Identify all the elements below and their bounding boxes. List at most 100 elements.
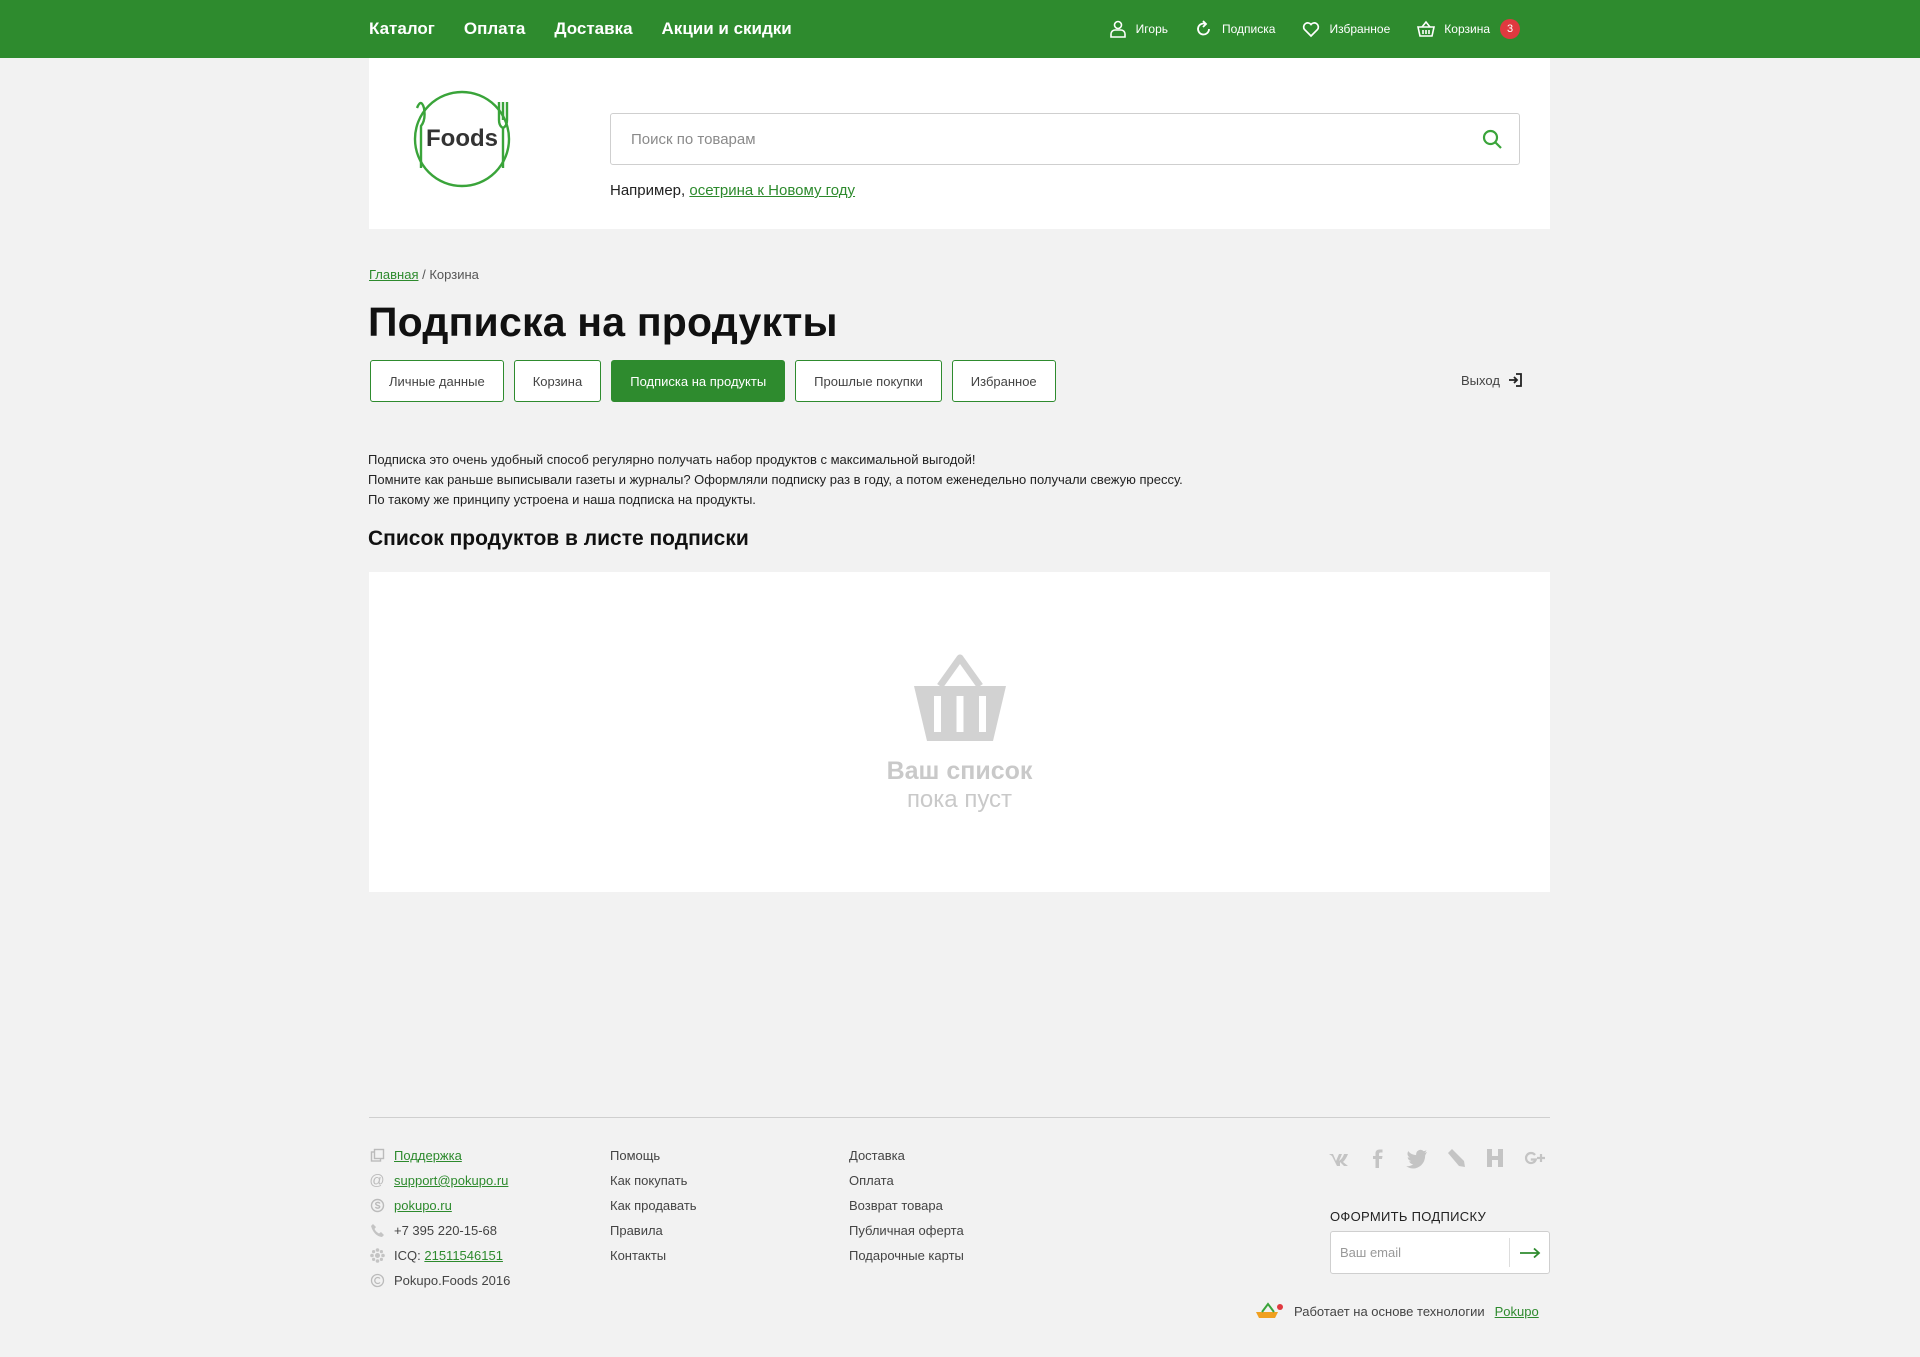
contact-support: Поддержка	[369, 1143, 510, 1168]
support-icon	[369, 1148, 385, 1164]
habr-icon[interactable]	[1484, 1147, 1506, 1169]
footer-link-payment[interactable]: Оплата	[849, 1173, 894, 1188]
subscription-link[interactable]: Подписка	[1194, 19, 1275, 39]
page-title: Подписка на продукты	[368, 299, 838, 345]
footer-service-links: Доставка Оплата Возврат товара Публичная…	[849, 1143, 964, 1268]
icq-icon	[369, 1248, 385, 1264]
skype-link[interactable]: pokupo.ru	[394, 1198, 452, 1213]
list-title: Список продуктов в листе подписки	[368, 527, 749, 550]
empty-basket-icon	[913, 654, 1006, 741]
email-link[interactable]: support@pokupo.ru	[394, 1173, 508, 1188]
top-bar: Каталог Оплата Доставка Акции и скидки И…	[0, 0, 1920, 58]
tab-personal-data[interactable]: Личные данные	[370, 360, 504, 402]
social-links	[1328, 1147, 1545, 1169]
copyright-text: Pokupo.Foods 2016	[394, 1273, 511, 1288]
account-tabs: Личные данные Корзина Подписка на продук…	[370, 360, 1056, 402]
breadcrumb-home[interactable]: Главная	[369, 267, 418, 282]
empty-line1: Ваш список	[886, 757, 1033, 785]
powered-by: Работает на основе технологии Pokupo	[1254, 1302, 1539, 1320]
contact-phone: +7 395 220-15-68	[369, 1218, 510, 1243]
contact-icq: ICQ: 21511546151	[369, 1243, 510, 1268]
twitter-icon[interactable]	[1406, 1147, 1428, 1169]
logo-text: Foods	[426, 125, 498, 152]
footer-help-links: Помощь Как покупать Как продавать Правил…	[610, 1143, 697, 1268]
breadcrumb-current: Корзина	[429, 267, 479, 282]
footer-link-contacts[interactable]: Контакты	[610, 1248, 666, 1263]
skype-icon	[369, 1198, 385, 1214]
arrow-right-icon	[1520, 1247, 1541, 1258]
subscription-list: Ваш список пока пуст	[369, 572, 1550, 892]
breadcrumb: Главная / Корзина	[369, 267, 479, 282]
support-link[interactable]: Поддержка	[394, 1148, 462, 1163]
newsletter-title: ОФОРМИТЬ ПОДПИСКУ	[1330, 1209, 1487, 1224]
refresh-icon	[1197, 20, 1210, 36]
tab-favorites[interactable]: Избранное	[951, 360, 1056, 402]
tab-past-purchases[interactable]: Прошлые покупки	[795, 360, 942, 402]
site-header: Foods Например, осетрина к Новому году	[369, 58, 1550, 229]
google-plus-icon[interactable]	[1523, 1147, 1545, 1169]
footer-divider	[369, 1117, 1550, 1118]
favorites-label: Избранное	[1329, 22, 1391, 36]
nav-payment[interactable]: Оплата	[464, 19, 526, 39]
footer-link-how-to-sell[interactable]: Как продавать	[610, 1198, 697, 1213]
icq-link[interactable]: 21511546151	[424, 1248, 503, 1263]
user-utilities: Игорь Подписка Избранное Корзина 3	[1108, 0, 1520, 58]
at-icon: @	[369, 1172, 385, 1189]
newsletter-email-input[interactable]	[1331, 1232, 1509, 1273]
tab-subscription[interactable]: Подписка на продукты	[611, 360, 786, 402]
basket-icon	[1417, 20, 1436, 37]
nav-delivery[interactable]: Доставка	[554, 19, 632, 39]
nav-promotions[interactable]: Акции и скидки	[662, 19, 792, 39]
empty-state: Ваш список пока пуст	[369, 652, 1550, 814]
favorites-link[interactable]: Избранное	[1301, 19, 1390, 39]
search-example: Например, осетрина к Новому году	[610, 182, 855, 199]
search-box	[610, 113, 1520, 165]
subscription-description: Подписка это очень удобный способ регуля…	[368, 450, 1183, 510]
search-icon[interactable]	[1481, 128, 1503, 150]
footer-contacts: Поддержка @ support@pokupo.ru pokupo.ru …	[369, 1143, 510, 1293]
contact-copyright: Pokupo.Foods 2016	[369, 1268, 510, 1293]
footer-link-rules[interactable]: Правила	[610, 1223, 663, 1238]
main-nav: Каталог Оплата Доставка Акции и скидки	[369, 0, 792, 58]
foods-logo[interactable]: Foods	[412, 88, 512, 190]
description-line: По такому же принципу устроена и наша по…	[368, 492, 756, 507]
newsletter-submit-button[interactable]	[1510, 1232, 1550, 1273]
example-link[interactable]: осетрина к Новому году	[689, 182, 855, 199]
newsletter-form	[1330, 1231, 1550, 1274]
logout-icon	[1508, 373, 1522, 387]
tab-cart[interactable]: Корзина	[513, 360, 602, 402]
nav-catalog[interactable]: Каталог	[369, 19, 435, 39]
heart-icon	[1303, 22, 1320, 38]
user-icon	[1109, 20, 1126, 38]
footer-link-offer[interactable]: Публичная оферта	[849, 1223, 964, 1238]
subscription-label: Подписка	[1222, 22, 1276, 36]
footer-link-returns[interactable]: Возврат товара	[849, 1198, 943, 1213]
logout-button[interactable]: Выход	[1461, 372, 1523, 388]
contact-skype: pokupo.ru	[369, 1193, 510, 1218]
empty-line2: пока пуст	[906, 786, 1013, 813]
pokupo-logo-icon	[1256, 1302, 1283, 1318]
facebook-icon[interactable]	[1367, 1147, 1389, 1169]
copyright-icon	[369, 1273, 385, 1289]
contact-email: @ support@pokupo.ru	[369, 1168, 510, 1193]
cart-count-badge: 3	[1500, 19, 1520, 39]
footer-link-help[interactable]: Помощь	[610, 1148, 660, 1163]
footer-link-delivery[interactable]: Доставка	[849, 1148, 905, 1163]
icq-prefix: ICQ:	[394, 1248, 421, 1263]
phone-icon	[369, 1223, 385, 1239]
powered-text: Работает на основе технологии	[1294, 1303, 1485, 1319]
description-line: Помните как раньше выписывали газеты и ж…	[368, 472, 1183, 487]
vk-icon[interactable]	[1328, 1147, 1350, 1169]
footer-link-gift-cards[interactable]: Подарочные карты	[849, 1248, 964, 1263]
livejournal-icon[interactable]	[1445, 1147, 1467, 1169]
logout-label: Выход	[1461, 372, 1500, 388]
description-line: Подписка это очень удобный способ регуля…	[368, 452, 976, 467]
cart-label: Корзина	[1444, 22, 1490, 36]
user-name: Игорь	[1135, 22, 1169, 36]
pokupo-link[interactable]: Pokupo	[1495, 1304, 1539, 1319]
breadcrumb-separator: /	[422, 267, 426, 282]
search-input[interactable]	[611, 114, 1471, 164]
cart-link[interactable]: Корзина 3	[1416, 19, 1520, 39]
user-link[interactable]: Игорь	[1108, 19, 1168, 39]
footer-link-how-to-buy[interactable]: Как покупать	[610, 1173, 687, 1188]
